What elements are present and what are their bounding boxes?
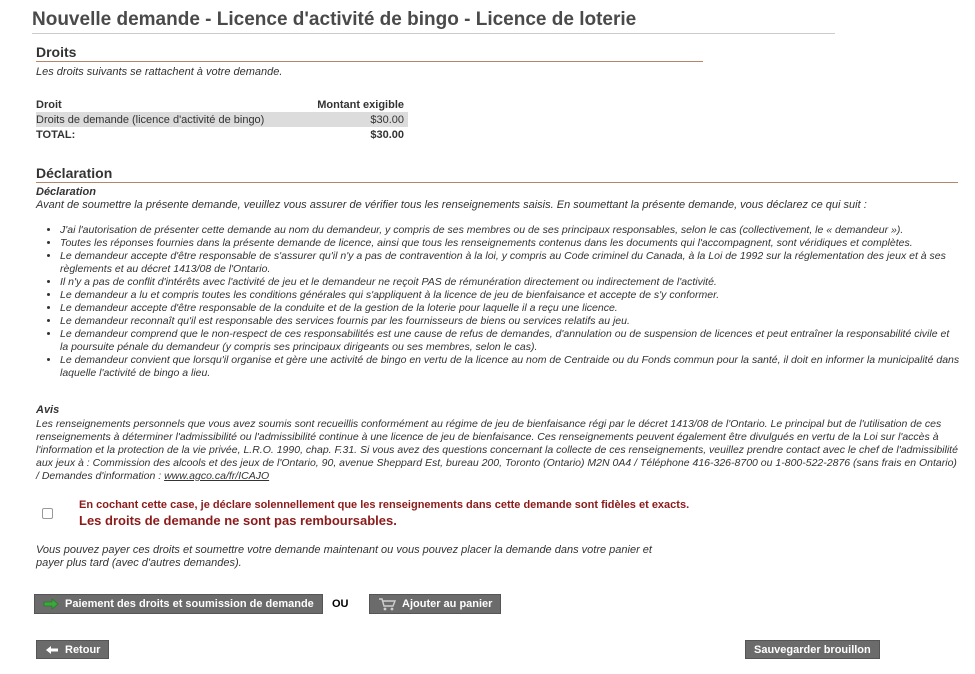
fees-divider — [36, 61, 703, 62]
fees-intro: Les droits suivants se rattachent à votr… — [36, 66, 283, 78]
list-item: J'ai l'autorisation de présenter cette d… — [60, 224, 960, 237]
pay-button-label: Paiement des droits et soumission de dem… — [65, 598, 314, 610]
fee-label: Droits de demande (licence d'activité de… — [36, 112, 304, 127]
payment-info: Vous pouvez payer ces droits et soumettr… — [36, 544, 652, 569]
declaration-intro: Avant de soumettre la présente demande, … — [36, 199, 867, 211]
declaration-list: J'ai l'autorisation de présenter cette d… — [36, 224, 960, 380]
total-label: TOTAL: — [36, 128, 76, 141]
confirm-checkbox[interactable] — [42, 508, 53, 519]
declaration-subheading: Déclaration — [36, 186, 96, 198]
list-item: Le demandeur a lu et compris toutes les … — [60, 289, 960, 302]
declaration-heading: Déclaration — [36, 165, 113, 181]
save-draft-button[interactable]: Sauvegarder brouillon — [745, 640, 880, 659]
or-label: OU — [332, 598, 349, 610]
cart-button-label: Ajouter au panier — [402, 598, 493, 610]
list-item: Le demandeur reconnaît qu'il est respons… — [60, 315, 960, 328]
title-divider — [32, 33, 835, 34]
fee-amount: $30.00 — [303, 112, 408, 127]
list-item: Toutes les réponses fournies dans la pré… — [60, 237, 960, 250]
list-item: Il n'y a pas de conflit d'intérêts avec … — [60, 276, 960, 289]
pay-and-submit-button[interactable]: Paiement des droits et soumission de dem… — [34, 594, 323, 614]
declaration-divider — [36, 182, 958, 183]
agco-link[interactable]: www.agco.ca/fr/ICAJO — [164, 470, 269, 482]
list-item: Le demandeur accepte d'être responsable … — [60, 302, 960, 315]
cart-icon — [378, 597, 396, 611]
non-refundable-warning: Les droits de demande ne sont pas rembou… — [79, 513, 397, 528]
fees-heading: Droits — [36, 44, 77, 60]
arrow-right-icon — [43, 598, 59, 610]
total-amount: $30.00 — [370, 128, 404, 141]
notice-heading: Avis — [36, 404, 60, 416]
table-row: Droits de demande (licence d'activité de… — [36, 112, 408, 127]
list-item: Le demandeur comprend que le non-respect… — [60, 328, 960, 354]
arrow-left-icon — [45, 645, 59, 655]
back-button[interactable]: Retour — [36, 640, 110, 659]
fees-col-header: Droit — [36, 98, 62, 111]
fees-col-header: Montant exigible — [317, 98, 404, 111]
fees-table: Droit Montant exigible Droits de demande… — [36, 97, 408, 142]
add-to-cart-button[interactable]: Ajouter au panier — [369, 594, 502, 614]
save-draft-label: Sauvegarder brouillon — [754, 643, 871, 656]
list-item: Le demandeur convient que lorsqu'il orga… — [60, 354, 960, 380]
confirm-checkbox-label: En cochant cette case, je déclare solenn… — [79, 499, 690, 511]
list-item: Le demandeur accepte d'être responsable … — [60, 250, 960, 276]
notice-body: Les renseignements personnels que vous a… — [36, 418, 958, 483]
page-title: Nouvelle demande - Licence d'activité de… — [32, 9, 637, 30]
back-button-label: Retour — [65, 643, 101, 656]
total-row: TOTAL: $30.00 — [36, 127, 408, 142]
